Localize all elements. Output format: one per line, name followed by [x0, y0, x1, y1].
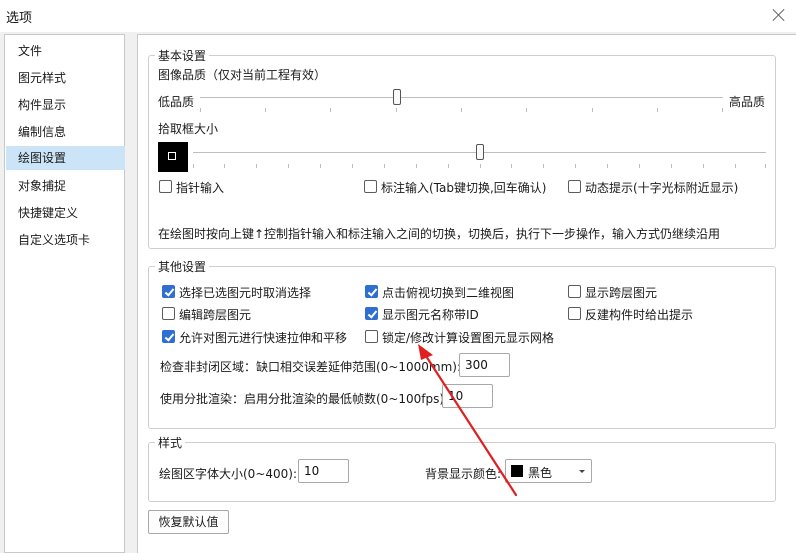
topview-2d-label[interactable]: 点击俯视切换到二维视图 — [382, 284, 514, 301]
show-name-id-label[interactable]: 显示图元名称带ID — [382, 306, 479, 323]
show-cross-layer-label[interactable]: 显示跨层图元 — [585, 284, 657, 301]
tick — [288, 164, 289, 168]
fast-stretch-checkbox[interactable] — [162, 330, 175, 343]
fast-stretch-label[interactable]: 允许对图元进行快速拉伸和平移 — [179, 329, 347, 346]
tick — [722, 108, 723, 112]
sidebar-item-object-snap[interactable]: 对象捕捉 — [6, 174, 125, 198]
dim-input-checkbox[interactable] — [364, 180, 377, 193]
bg-color-label: 背景显示颜色: — [425, 467, 502, 481]
dynamic-hint-label[interactable]: 动态提示(十字光标附近显示) — [585, 179, 738, 196]
tick — [543, 164, 544, 168]
sidebar-item-custom-tab[interactable]: 自定义选项卡 — [6, 228, 125, 252]
color-swatch — [511, 465, 523, 477]
tick — [671, 164, 672, 168]
tick — [352, 164, 353, 168]
tick — [657, 108, 658, 112]
tick — [526, 108, 527, 112]
sidebar-item-file[interactable]: 文件 — [6, 39, 125, 63]
tick — [592, 108, 593, 112]
sidebar-item-shortcuts[interactable]: 快捷键定义 — [6, 201, 125, 225]
tick — [448, 164, 449, 168]
tick — [256, 164, 257, 168]
tick — [224, 164, 225, 168]
tick — [265, 108, 266, 112]
bg-color-value: 黑色 — [528, 466, 553, 480]
bg-color-select[interactable]: 黑色 — [505, 459, 592, 483]
deselect-selected-label[interactable]: 选择已选图元时取消选择 — [179, 284, 311, 301]
tick — [384, 164, 385, 168]
input-switch-note: 在绘图时按向上键↑控制指针输入和标注输入之间的切换，切换后，执行下一步操作，输入… — [158, 227, 721, 241]
batch-render-input[interactable]: 10 — [442, 384, 493, 408]
tick — [480, 164, 481, 168]
image-quality-thumb[interactable] — [393, 89, 401, 105]
chevron-down-icon — [579, 470, 585, 473]
font-size-label: 绘图区字体大小(0~400): — [159, 467, 298, 481]
show-cross-layer-checkbox[interactable] — [568, 285, 581, 298]
dim-input-label[interactable]: 标注输入(Tab键切换,回车确认) — [381, 179, 547, 196]
style-legend: 样式 — [155, 434, 186, 451]
tick — [639, 164, 640, 168]
gap-range-input[interactable]: 300 — [459, 353, 510, 377]
low-quality-label: 低品质 — [158, 95, 195, 109]
show-name-id-checkbox[interactable] — [365, 307, 378, 320]
topview-2d-checkbox[interactable] — [365, 285, 378, 298]
tick — [193, 164, 194, 168]
lock-grid-label[interactable]: 锁定/修改计算设置图元显示网格 — [382, 329, 554, 346]
tick — [575, 164, 576, 168]
edit-cross-layer-checkbox[interactable] — [162, 307, 175, 320]
font-size-input[interactable]: 10 — [298, 459, 349, 483]
image-quality-track — [200, 97, 723, 98]
gap-range-label: 检查非封闭区域：缺口相交误差延伸范围(0~1000mm): — [160, 360, 462, 374]
sidebar-item-drawing-settings[interactable]: 绘图设置 — [6, 146, 125, 170]
sidebar-item-component-display[interactable]: 构件显示 — [6, 93, 125, 117]
tick — [735, 164, 736, 168]
other-settings-legend: 其他设置 — [155, 258, 210, 275]
pick-box-preview — [158, 142, 188, 172]
tick — [200, 108, 201, 112]
tick — [416, 164, 417, 168]
pointer-input-checkbox[interactable] — [159, 180, 172, 193]
sidebar-item-element-style[interactable]: 图元样式 — [6, 66, 125, 90]
tick — [320, 164, 321, 168]
pick-box-thumb[interactable] — [476, 144, 484, 160]
close-icon[interactable] — [768, 4, 790, 26]
tick — [765, 164, 766, 168]
dynamic-hint-checkbox[interactable] — [568, 180, 581, 193]
batch-render-label: 使用分批渲染：启用分批渲染的最低帧数(0~100fps): — [160, 392, 449, 406]
restore-defaults-button[interactable]: 恢复默认值 — [148, 510, 229, 534]
tick — [396, 108, 397, 112]
basic-settings-legend: 基本设置 — [155, 47, 210, 64]
tick — [330, 108, 331, 112]
lock-grid-checkbox[interactable] — [365, 330, 378, 343]
tick — [461, 108, 462, 112]
deselect-selected-checkbox[interactable] — [162, 285, 175, 298]
sidebar: 文件 图元样式 构件显示 编制信息 绘图设置 对象捕捉 快捷键定义 自定义选项卡 — [4, 34, 125, 553]
reverse-build-hint-label[interactable]: 反建构件时给出提示 — [585, 306, 693, 323]
sidebar-item-compile-info[interactable]: 编制信息 — [6, 120, 125, 144]
reverse-build-hint-checkbox[interactable] — [568, 307, 581, 320]
high-quality-label: 高品质 — [729, 95, 766, 109]
tick — [607, 164, 608, 168]
tick — [703, 164, 704, 168]
pointer-input-label[interactable]: 指针输入 — [176, 179, 224, 196]
image-quality-label: 图像品质（仅对当前工程有效） — [158, 68, 327, 82]
pick-box-label: 拾取框大小 — [158, 122, 219, 136]
tick — [511, 164, 512, 168]
window-title: 选项 — [6, 11, 33, 26]
edit-cross-layer-label[interactable]: 编辑跨层图元 — [179, 306, 251, 323]
title-bar — [0, 0, 796, 32]
